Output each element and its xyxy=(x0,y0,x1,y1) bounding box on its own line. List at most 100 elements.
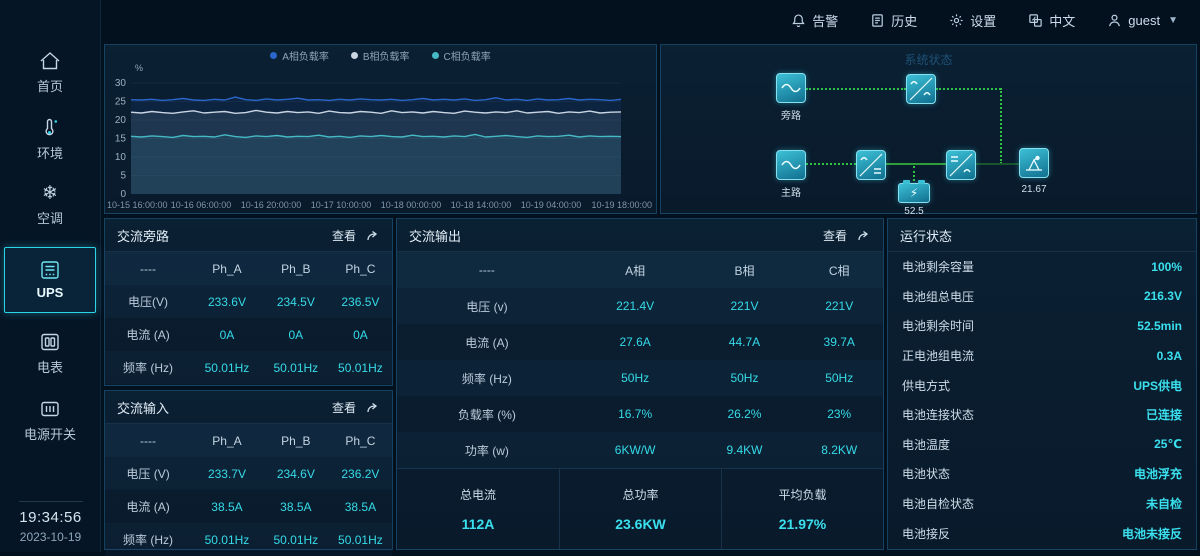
status-value: 52.5min xyxy=(1137,319,1182,333)
svg-text:0: 0 xyxy=(120,189,126,200)
table-cell: 233.6V xyxy=(191,295,263,309)
inverter-device[interactable] xyxy=(946,150,976,180)
table-cell: 电流 (A) xyxy=(105,498,191,515)
sidebar-item-home[interactable]: 首页 xyxy=(4,44,96,102)
system-diagram-panel: 系统状态 旁路 主路 ⚡ 52.5 21.67 xyxy=(660,44,1197,214)
sidebar-item-label: 电源开关 xyxy=(24,424,76,443)
table-cell: 50.01Hz xyxy=(263,361,329,375)
user-menu[interactable]: guest ▼ xyxy=(1107,13,1178,28)
status-value: 0.3A xyxy=(1157,349,1182,363)
table-cell: 电压 (v) xyxy=(397,298,577,315)
export-icon xyxy=(366,401,380,414)
sidebar-item-environment[interactable]: 环境 xyxy=(4,111,96,169)
static-switch-device[interactable] xyxy=(906,74,936,104)
table-cell: 16.7% xyxy=(577,407,694,421)
sidebar-clock: 19:34:56 2023-10-19 xyxy=(0,501,101,544)
alarm-label: 告警 xyxy=(812,11,838,30)
table-cell: 23% xyxy=(795,407,882,421)
table-header-cell: Ph_B xyxy=(263,262,329,276)
status-label: 电池组总电压 xyxy=(902,288,974,305)
table-cell: 电流 (A) xyxy=(105,326,191,343)
status-value: UPS供电 xyxy=(1133,377,1182,394)
history-button[interactable]: 历史 xyxy=(870,11,917,30)
table-cell: 39.7A xyxy=(795,335,882,349)
table-cell: 221.4V xyxy=(577,299,694,313)
table-cell: 负载率 (%) xyxy=(397,406,577,423)
status-value: 25℃ xyxy=(1154,437,1182,451)
svg-text:30: 30 xyxy=(115,78,127,89)
ac-wave-icon xyxy=(780,82,802,94)
sidebar-item-ups[interactable]: UPS xyxy=(4,247,96,313)
bypass-table: ----Ph_APh_BPh_C电压(V)233.6V234.5V236.5V电… xyxy=(105,252,392,384)
home-icon xyxy=(39,51,61,71)
table-cell: 234.5V xyxy=(263,295,329,309)
table-cell: 50Hz xyxy=(795,371,882,385)
table-cell: 9.4KW xyxy=(693,443,795,457)
table-cell: 频率 (Hz) xyxy=(105,531,191,548)
user-name: guest xyxy=(1128,13,1160,28)
output-view-button[interactable]: 查看 xyxy=(823,227,871,244)
table-cell: 50.01Hz xyxy=(191,533,263,547)
summary-label: 总功率 xyxy=(622,486,658,503)
language-label: 中文 xyxy=(1049,11,1075,30)
main-source-device[interactable] xyxy=(776,150,806,180)
ac-output-panel: 交流输出 查看 ----A相B相C相电压 (v)221.4V221V221V电流… xyxy=(396,218,884,550)
bypass-source-device[interactable] xyxy=(776,73,806,103)
export-icon xyxy=(857,229,871,242)
status-row: 电池剩余容量100% xyxy=(888,252,1196,282)
summary-cell: 总电流112A xyxy=(397,469,559,549)
ac-ac-converter-icon xyxy=(907,75,935,103)
settings-button[interactable]: 设置 xyxy=(949,11,996,30)
main-source-label: 主路 xyxy=(771,184,811,199)
svg-text:%: % xyxy=(135,63,143,73)
status-row: 电池组总电压216.3V xyxy=(888,282,1196,312)
language-button[interactable]: 中文 xyxy=(1028,11,1075,30)
translate-icon xyxy=(1028,13,1043,28)
history-icon xyxy=(870,13,885,28)
status-label: 正电池组电流 xyxy=(902,347,974,364)
table-header-cell: Ph_B xyxy=(263,434,329,448)
table-cell: 27.6A xyxy=(577,335,694,349)
alarm-button[interactable]: 告警 xyxy=(791,11,838,30)
summary-value: 21.97% xyxy=(779,516,826,532)
ac-bypass-panel: 交流旁路 查看 ----Ph_APh_BPh_C电压(V)233.6V234.5… xyxy=(104,218,393,386)
load-device[interactable] xyxy=(1019,148,1049,178)
sidebar-item-label: 空调 xyxy=(37,208,63,227)
rectifier-device[interactable] xyxy=(856,150,886,180)
summary-cell: 平均负载21.97% xyxy=(721,469,883,549)
input-view-button[interactable]: 查看 xyxy=(332,399,380,416)
sidebar-item-hvac[interactable]: ❄ 空调 xyxy=(4,178,96,234)
table-cell: 50Hz xyxy=(693,371,795,385)
panel-title: 交流输入 xyxy=(117,398,169,417)
output-summary: 总电流112A总功率23.6KW平均负载21.97% xyxy=(397,468,883,549)
clock-date: 2023-10-19 xyxy=(0,530,101,544)
status-row: 电池接反电池未接反 xyxy=(888,518,1196,548)
bypass-view-button[interactable]: 查看 xyxy=(332,227,380,244)
table-cell: 221V xyxy=(795,299,882,313)
ac-dc-converter-icon xyxy=(857,151,885,179)
load-value: 21.67 xyxy=(1014,184,1054,195)
status-label: 电池接反 xyxy=(902,525,950,542)
running-status-panel: 运行状态 电池剩余容量100%电池组总电压216.3V电池剩余时间52.5min… xyxy=(887,218,1197,550)
summary-cell: 总功率23.6KW xyxy=(559,469,721,549)
status-row: 正电池组电流 0.3A xyxy=(888,341,1196,371)
table-cell: 38.5A xyxy=(329,500,392,514)
table-cell: 频率 (Hz) xyxy=(397,370,577,387)
sidebar-item-label: 首页 xyxy=(37,76,63,95)
status-row: 电池自检状态未自检 xyxy=(888,489,1196,519)
table-cell: 234.6V xyxy=(263,467,329,481)
table-cell: 8.2KW xyxy=(795,443,882,457)
input-table: ----Ph_APh_BPh_C电压 (V)233.7V234.6V236.2V… xyxy=(105,424,392,556)
power-switch-icon xyxy=(39,399,61,419)
table-row: 频率 (Hz)50Hz50Hz50Hz xyxy=(397,360,883,396)
table-cell: 50.01Hz xyxy=(329,361,392,375)
load-rate-line-chart[interactable]: 051015202530%10-15 16:00:0010-16 06:00:0… xyxy=(105,45,656,213)
table-cell: 233.7V xyxy=(191,467,263,481)
line-bypass-vertical xyxy=(1000,88,1002,164)
svg-text:10-16 06:00:00: 10-16 06:00:00 xyxy=(171,200,232,210)
sidebar-item-meter[interactable]: 电表 xyxy=(4,325,96,383)
table-cell: 38.5A xyxy=(191,500,263,514)
sidebar-item-power-switch[interactable]: 电源开关 xyxy=(4,392,96,450)
battery-device[interactable]: ⚡ xyxy=(898,183,930,203)
line-inverter-to-load xyxy=(976,163,1019,165)
